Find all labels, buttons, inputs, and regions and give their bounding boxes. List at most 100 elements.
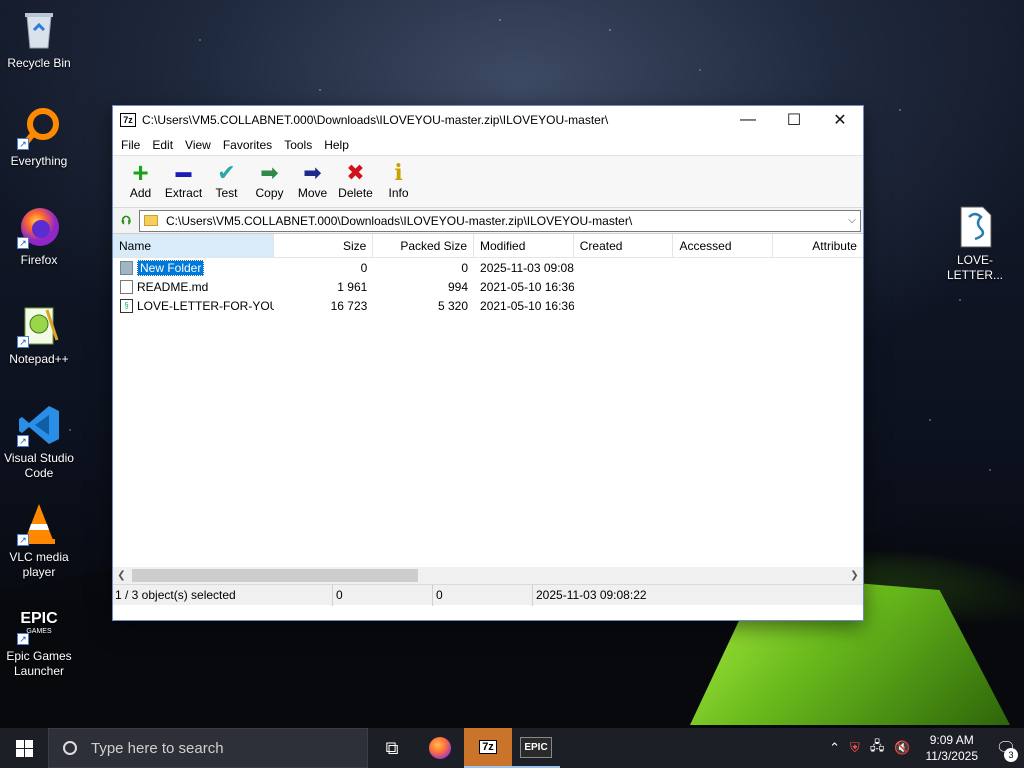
taskbar-epic-games[interactable]: EPIC bbox=[512, 728, 560, 768]
desktop-icon-epic-games[interactable]: EPIC GAMES ↗ Epic Games Launcher bbox=[0, 601, 78, 679]
file-packed-size: 994 bbox=[448, 279, 469, 294]
column-header-packed-size[interactable]: Packed Size bbox=[373, 234, 475, 257]
move-arrow-icon: ➡ bbox=[303, 160, 322, 185]
notepad-plus-plus-icon: ↗ bbox=[17, 304, 61, 348]
firefox-icon: ↗ bbox=[17, 205, 61, 249]
title-bar[interactable]: 7z C:\Users\VM5.COLLABNET.000\Downloads\… bbox=[113, 106, 863, 134]
status-bar: 1 / 3 object(s) selected 0 0 2025-11-03 … bbox=[113, 584, 863, 606]
menu-help[interactable]: Help bbox=[318, 138, 355, 152]
column-header-attribute[interactable]: Attribute bbox=[773, 234, 863, 257]
menu-file[interactable]: File bbox=[115, 138, 146, 152]
file-name[interactable]: LOVE-LETTER-FOR-YOU... bbox=[137, 299, 274, 313]
menu-edit[interactable]: Edit bbox=[146, 138, 179, 152]
address-bar: ⮉ C:\Users\VM5.COLLABNET.000\Downloads\I… bbox=[113, 208, 863, 234]
column-header-modified[interactable]: Modified bbox=[474, 234, 574, 257]
menu-view[interactable]: View bbox=[179, 138, 217, 152]
list-item[interactable]: New Folder 0 0 2025-11-03 09:08 bbox=[113, 258, 863, 277]
column-header-created[interactable]: Created bbox=[574, 234, 674, 257]
column-headers: Name Size Packed Size Modified Created A… bbox=[113, 234, 863, 258]
checkmark-icon: ✔ bbox=[217, 160, 236, 185]
file-name[interactable]: README.md bbox=[137, 280, 208, 294]
chevron-up-icon[interactable]: ⌃ bbox=[824, 740, 845, 756]
status-size: 0 bbox=[333, 584, 433, 606]
info-button[interactable]: i Info bbox=[377, 160, 420, 200]
folder-icon bbox=[120, 260, 133, 275]
everything-search-icon: ↗ bbox=[17, 106, 61, 150]
path-combobox[interactable]: C:\Users\VM5.COLLABNET.000\Downloads\ILO… bbox=[139, 209, 861, 232]
column-header-size[interactable]: Size bbox=[274, 234, 374, 257]
window-title: C:\Users\VM5.COLLABNET.000\Downloads\ILO… bbox=[142, 113, 609, 127]
file-modified: 2021-05-10 16:36 bbox=[480, 279, 574, 294]
minus-icon: ▬ bbox=[175, 164, 192, 181]
desktop-icon-notepad-plus-plus[interactable]: ↗ Notepad++ bbox=[0, 304, 78, 367]
7zip-app-icon: 7z bbox=[120, 113, 136, 127]
shortcut-arrow-icon: ↗ bbox=[17, 534, 29, 546]
windows-logo-icon bbox=[15, 739, 33, 757]
test-button[interactable]: ✔ Test bbox=[205, 160, 248, 200]
info-icon: i bbox=[394, 160, 403, 186]
epic-games-icon: EPIC bbox=[520, 736, 552, 758]
desktop-icon-recycle-bin[interactable]: Recycle Bin bbox=[0, 8, 78, 71]
add-button[interactable]: + Add bbox=[119, 157, 162, 200]
list-item[interactable]: § LOVE-LETTER-FOR-YOU... 16 723 5 320 20… bbox=[113, 296, 863, 315]
extract-button[interactable]: ▬ Extract bbox=[162, 160, 205, 200]
chevron-down-icon[interactable]: ⌵ bbox=[844, 215, 860, 226]
taskbar-search-box[interactable]: Type here to search bbox=[48, 728, 368, 768]
copy-button[interactable]: ➡ Copy bbox=[248, 160, 291, 200]
file-size: 16 723 bbox=[330, 298, 368, 313]
search-icon bbox=[63, 741, 77, 755]
file-packed-size: 5 320 bbox=[438, 298, 469, 313]
7zip-window[interactable]: 7z C:\Users\VM5.COLLABNET.000\Downloads\… bbox=[112, 105, 864, 621]
taskbar-firefox[interactable] bbox=[416, 728, 464, 768]
file-packed-size: 0 bbox=[461, 260, 469, 275]
file-size: 1 961 bbox=[337, 279, 368, 294]
list-item[interactable]: README.md 1 961 994 2021-05-10 16:36 bbox=[113, 277, 863, 296]
security-shield-icon[interactable]: ⛨ bbox=[845, 740, 865, 756]
minimize-button[interactable]: — bbox=[725, 106, 771, 134]
scroll-left-icon[interactable]: ❮ bbox=[113, 570, 130, 581]
file-modified: 2021-05-10 16:36 bbox=[480, 298, 574, 313]
vscode-icon: ↗ bbox=[17, 403, 61, 447]
recycle-bin-icon bbox=[17, 8, 61, 52]
horizontal-scrollbar[interactable]: ❮ ❯ bbox=[113, 567, 863, 584]
shortcut-arrow-icon: ↗ bbox=[17, 633, 29, 645]
path-text: C:\Users\VM5.COLLABNET.000\Downloads\ILO… bbox=[166, 213, 633, 228]
desktop-icon-love-letter[interactable]: LOVE-LETTER... bbox=[936, 205, 1014, 283]
shortcut-arrow-icon: ↗ bbox=[17, 138, 29, 150]
move-button[interactable]: ➡ Move bbox=[291, 160, 334, 200]
up-arrow-icon: ⮉ bbox=[121, 213, 131, 227]
firefox-icon bbox=[429, 737, 451, 759]
file-name[interactable]: New Folder bbox=[137, 259, 205, 276]
task-view-button[interactable]: ⧉ bbox=[368, 728, 416, 768]
column-header-name[interactable]: Name bbox=[113, 234, 274, 257]
column-header-accessed[interactable]: Accessed bbox=[673, 234, 774, 257]
menu-tools[interactable]: Tools bbox=[278, 138, 318, 152]
scroll-thumb[interactable] bbox=[132, 569, 418, 582]
delete-button[interactable]: ✖ Delete bbox=[334, 160, 377, 200]
start-button[interactable] bbox=[0, 728, 48, 768]
maximize-button[interactable]: ☐ bbox=[771, 106, 817, 134]
svg-text:GAMES: GAMES bbox=[26, 628, 52, 635]
shortcut-arrow-icon: ↗ bbox=[17, 435, 29, 447]
clock[interactable]: 9:09 AM 11/3/2025 bbox=[916, 732, 989, 764]
file-list[interactable]: Name Size Packed Size Modified Created A… bbox=[113, 234, 863, 584]
notification-center-button[interactable]: 🗨 3 bbox=[988, 728, 1024, 768]
volume-muted-icon[interactable]: 🔇 bbox=[889, 740, 915, 756]
menu-favorites[interactable]: Favorites bbox=[217, 138, 278, 152]
scroll-track[interactable] bbox=[130, 568, 846, 583]
desktop-icon-firefox[interactable]: ↗ Firefox bbox=[0, 205, 78, 268]
copy-arrow-icon: ➡ bbox=[260, 160, 279, 185]
close-button[interactable]: ✕ bbox=[817, 106, 863, 134]
taskbar-7zip[interactable]: 7z bbox=[464, 728, 512, 768]
up-folder-button[interactable]: ⮉ bbox=[113, 209, 139, 233]
status-selection: 1 / 3 object(s) selected bbox=[113, 584, 333, 606]
search-placeholder: Type here to search bbox=[91, 739, 224, 757]
scroll-right-icon[interactable]: ❯ bbox=[846, 570, 863, 581]
desktop-icon-vscode[interactable]: ↗ Visual Studio Code bbox=[0, 403, 78, 481]
desktop-icon-everything[interactable]: ↗ Everything bbox=[0, 106, 78, 169]
system-tray: ⌃ ⛨ 🖧 🔇 9:09 AM 11/3/2025 🗨 3 bbox=[824, 728, 1024, 768]
network-icon[interactable]: 🖧 bbox=[865, 737, 890, 759]
menu-bar: File Edit View Favorites Tools Help bbox=[113, 134, 863, 156]
clock-time: 9:09 AM bbox=[929, 733, 974, 747]
desktop-icon-vlc[interactable]: ↗ VLC media player bbox=[0, 502, 78, 580]
